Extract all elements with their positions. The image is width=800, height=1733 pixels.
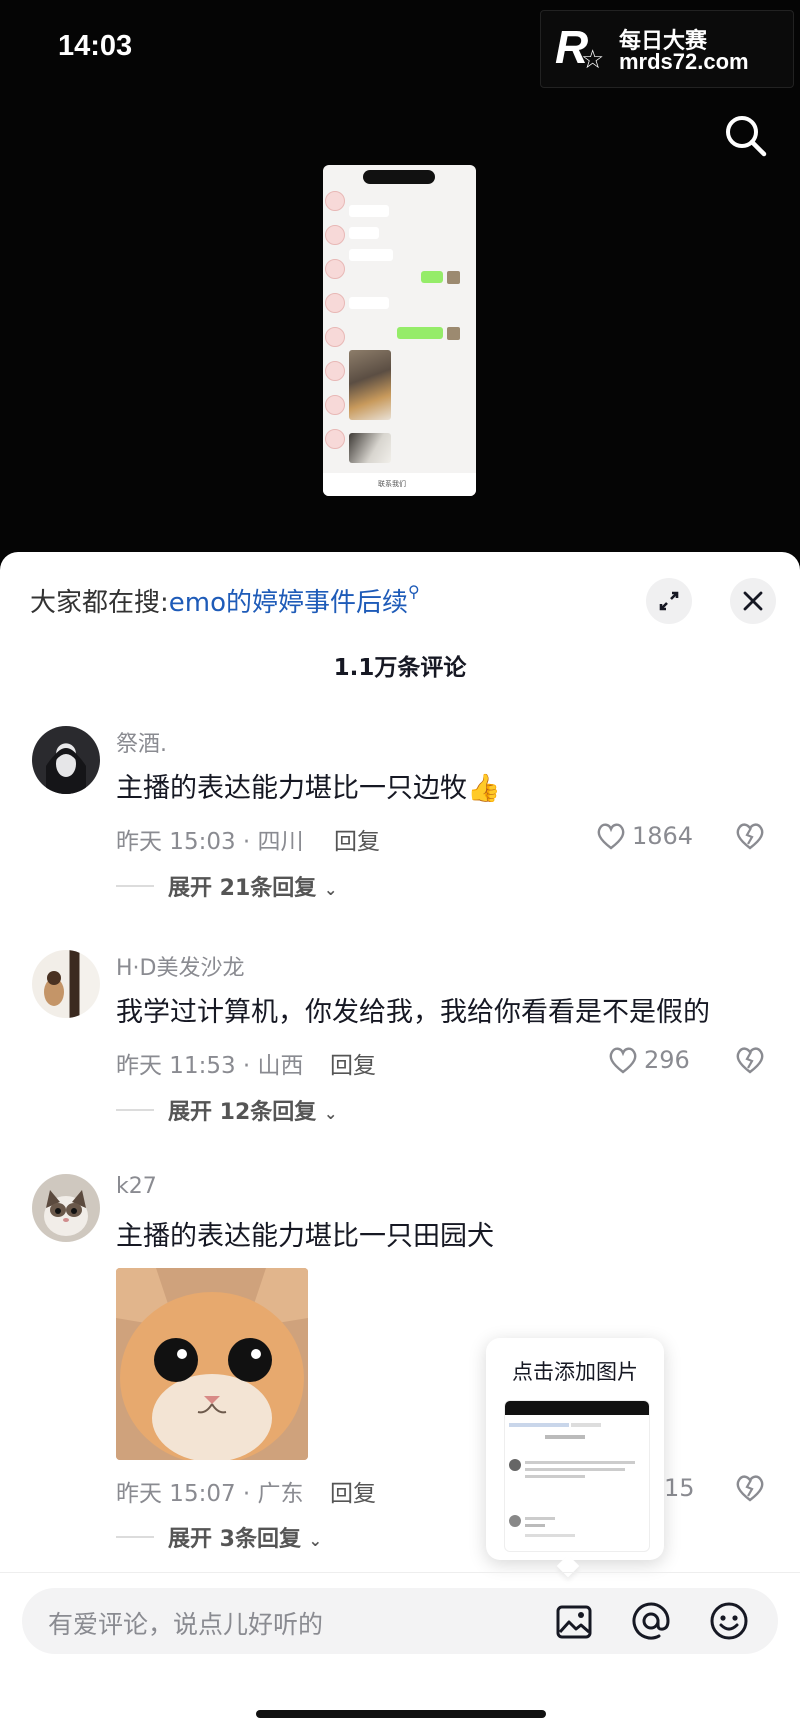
chat-bubble — [397, 327, 443, 339]
emoji-icon — [710, 1602, 748, 1640]
expand-sheet-button[interactable] — [646, 578, 692, 624]
comment-text: 主播的表达能力堪比一只田园犬 — [116, 1221, 494, 1252]
chat-image — [349, 350, 391, 420]
emoji-button[interactable] — [708, 1600, 750, 1642]
video-frame-phone-screenshot: 联系我们 — [323, 165, 476, 496]
phone-notch — [363, 170, 435, 184]
add-image-button[interactable] — [554, 1602, 594, 1642]
chat-bubble — [349, 227, 379, 239]
at-icon — [632, 1602, 670, 1640]
reply-button[interactable]: 回复 — [330, 1046, 376, 1080]
comment-text: 主播的表达能力堪比一只边牧👍 — [116, 773, 501, 804]
search-icon — [726, 116, 767, 157]
dislike-icon[interactable] — [734, 1045, 766, 1075]
expand-divider — [116, 1109, 154, 1111]
expand-replies-label: 展开 21条回复 — [168, 876, 317, 901]
search-suggestion[interactable]: 大家都在搜:emo的婷婷事件后续⚲ — [30, 582, 420, 619]
search-button[interactable] — [722, 112, 770, 160]
expand-replies-button[interactable]: 展开 21条回复 ⌄ — [168, 870, 337, 902]
dislike-icon[interactable] — [734, 821, 766, 851]
video-player[interactable]: 14:03 R ☆ 每日大赛 mrds72.com 联系我们 — [0, 0, 800, 560]
watermark-url: mrds72.com — [619, 49, 749, 74]
expand-icon — [659, 591, 679, 611]
expand-replies-button[interactable]: 展开 3条回复 ⌄ — [168, 1521, 322, 1553]
reply-button[interactable]: 回复 — [330, 1474, 376, 1508]
comment-text: 我学过计算机，你发给我，我给你看看是不是假的 — [116, 997, 710, 1028]
chat-bubble — [349, 205, 389, 217]
suggestion-query-link[interactable]: emo的婷婷事件后续 — [169, 588, 408, 618]
status-time: 14:03 — [58, 30, 133, 62]
star-icon: ☆ — [581, 45, 605, 75]
comment-image-cat[interactable] — [116, 1268, 308, 1460]
image-icon — [556, 1605, 592, 1639]
watermark: R ☆ 每日大赛 mrds72.com — [540, 10, 794, 88]
avatar[interactable] — [32, 726, 100, 794]
dislike-icon[interactable] — [734, 1473, 766, 1503]
expand-divider — [116, 885, 154, 887]
expand-replies-button[interactable]: 展开 12条回复 ⌄ — [168, 1094, 337, 1126]
close-icon — [743, 591, 763, 611]
home-indicator — [256, 1710, 546, 1718]
reply-button[interactable]: 回复 — [334, 822, 380, 856]
tooltip-title: 点击添加图片 — [512, 1360, 638, 1384]
comment-meta: 昨天 15:07 · 广东 — [116, 1481, 304, 1507]
like-count: 1864 — [632, 822, 694, 850]
heart-icon[interactable] — [596, 822, 626, 850]
chat-avatar — [447, 271, 460, 284]
chat-wallpaper-pattern — [323, 191, 345, 471]
close-sheet-button[interactable] — [730, 578, 776, 624]
expand-replies-label: 展开 12条回复 — [168, 1100, 317, 1125]
comment-count: 1.1万条评论 — [333, 655, 467, 681]
comment-input[interactable]: 有爱评论，说点儿好听的 — [22, 1588, 778, 1654]
comment-input-placeholder: 有爱评论，说点儿好听的 — [48, 1610, 324, 1639]
tooltip-preview — [504, 1400, 650, 1552]
avatar[interactable] — [32, 950, 100, 1018]
comment-username[interactable]: 祭酒. — [116, 726, 167, 758]
search-small-icon: ⚲ — [408, 582, 420, 601]
comment-meta: 昨天 15:03 · 四川 — [116, 829, 304, 855]
chat-image — [349, 433, 391, 463]
chat-bubble — [421, 271, 443, 283]
chat-avatar — [447, 327, 460, 340]
suggestion-prefix: 大家都在搜: — [30, 588, 169, 618]
chat-bubble — [349, 297, 389, 309]
comment-sheet: 大家都在搜:emo的婷婷事件后续⚲ 1.1万条评论 祭酒. 主播的表达能力堪比一… — [0, 552, 800, 1733]
chevron-down-icon: ⌄ — [323, 880, 338, 899]
like-count: 15 — [664, 1474, 695, 1502]
chevron-down-icon: ⌄ — [308, 1531, 323, 1550]
chat-bar-label: 联系我们 — [378, 480, 406, 488]
chevron-down-icon: ⌄ — [323, 1104, 338, 1123]
comment-username[interactable]: H·D美发沙龙 — [116, 950, 244, 982]
avatar[interactable] — [32, 1174, 100, 1242]
chat-bubble — [349, 249, 393, 261]
expand-replies-label: 展开 3条回复 — [168, 1527, 301, 1552]
input-divider — [0, 1572, 800, 1573]
like-count: 296 — [644, 1046, 690, 1074]
add-image-tooltip[interactable]: 点击添加图片 — [486, 1338, 664, 1560]
comment-username[interactable]: k27 — [116, 1174, 157, 1199]
mention-button[interactable] — [630, 1600, 672, 1642]
chat-input-bar: 联系我们 — [323, 473, 476, 496]
expand-divider — [116, 1536, 154, 1538]
heart-icon[interactable] — [608, 1046, 638, 1074]
comment-meta: 昨天 11:53 · 山西 — [116, 1053, 304, 1079]
